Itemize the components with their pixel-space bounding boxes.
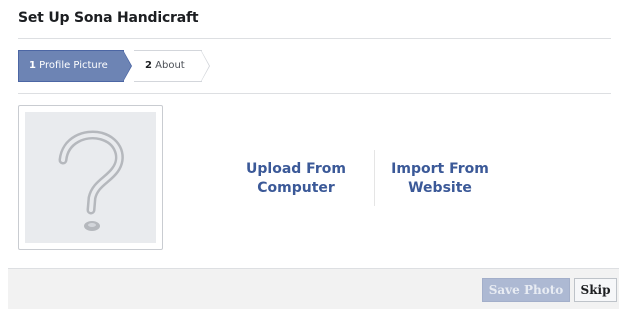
step-label: About xyxy=(155,60,185,71)
upload-label-line1: Upload From xyxy=(246,161,346,177)
step-number: 1 xyxy=(29,60,36,71)
step-label: Profile Picture xyxy=(39,60,108,71)
question-mark-icon xyxy=(58,130,124,231)
profile-picture-frame xyxy=(18,105,163,250)
skip-button[interactable]: Skip xyxy=(574,278,617,302)
divider xyxy=(18,38,611,39)
page-title: Set Up Sona Handicraft xyxy=(18,10,199,26)
import-from-website-link[interactable]: Import From Website xyxy=(385,160,495,198)
import-label-line2: Website xyxy=(408,180,472,196)
option-divider xyxy=(374,150,375,206)
step-number: 2 xyxy=(145,60,152,71)
step-about[interactable]: 2 About xyxy=(134,50,202,82)
import-label-line1: Import From xyxy=(391,161,489,177)
save-photo-button[interactable]: Save Photo xyxy=(482,278,570,302)
dialog-footer: Save Photo Skip xyxy=(8,268,619,309)
step-profile-picture[interactable]: 1 Profile Picture xyxy=(18,50,124,82)
divider xyxy=(18,93,611,94)
profile-picture-placeholder xyxy=(25,112,156,243)
upload-label-line2: Computer xyxy=(257,180,335,196)
upload-from-computer-link[interactable]: Upload From Computer xyxy=(236,160,356,198)
